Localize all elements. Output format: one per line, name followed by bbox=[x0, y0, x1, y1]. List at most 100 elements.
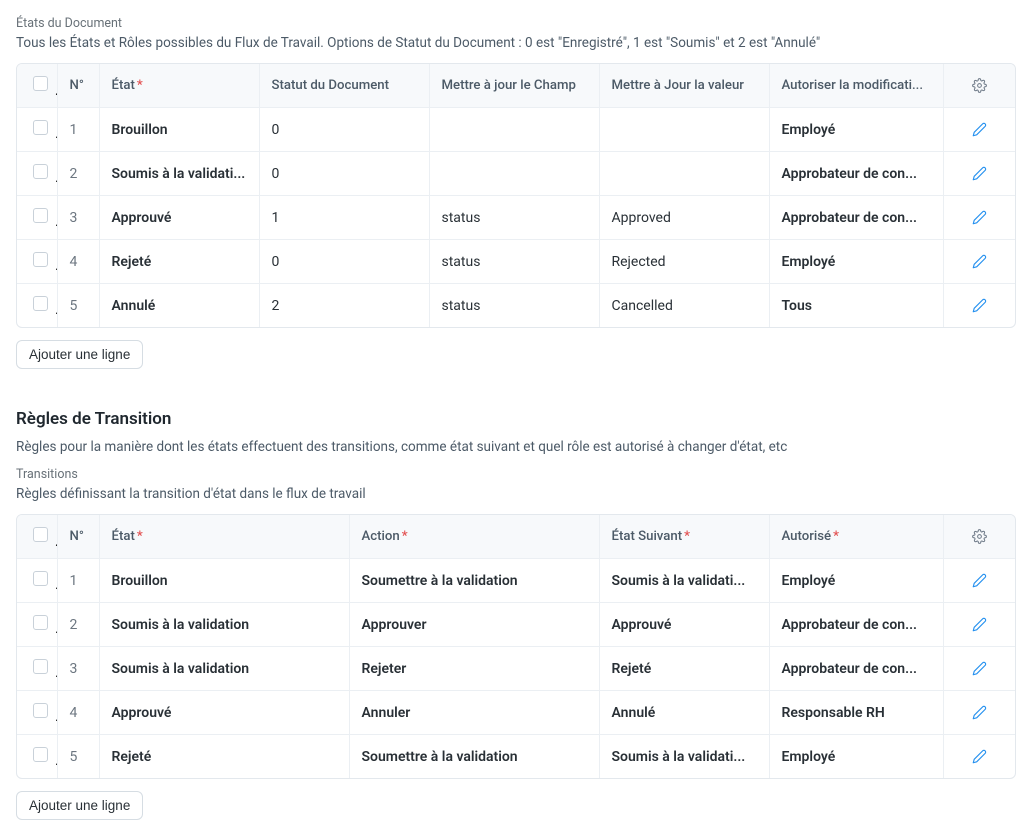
row-checkbox-cell[interactable] bbox=[17, 196, 57, 240]
cell-update-value[interactable]: Rejected bbox=[599, 240, 769, 284]
edit-row-cell[interactable] bbox=[943, 647, 1015, 691]
cell-allowed[interactable]: Approbateur de con... bbox=[769, 603, 943, 647]
edit-row-cell[interactable] bbox=[943, 559, 1015, 603]
cell-update-field[interactable] bbox=[429, 152, 599, 196]
cell-state[interactable]: Rejeté bbox=[99, 240, 259, 284]
table-row[interactable]: 1BrouillonSoumettre à la validationSoumi… bbox=[17, 559, 1015, 603]
cell-update-field[interactable]: status bbox=[429, 196, 599, 240]
cell-doc-status[interactable]: 2 bbox=[259, 284, 429, 328]
cell-allow-edit[interactable]: Approbateur de con... bbox=[769, 152, 943, 196]
cell-doc-status[interactable]: 0 bbox=[259, 108, 429, 152]
row-checkbox-cell[interactable] bbox=[17, 108, 57, 152]
gear-icon[interactable] bbox=[972, 78, 987, 93]
cell-allowed[interactable]: Approbateur de con... bbox=[769, 647, 943, 691]
edit-row-cell[interactable] bbox=[943, 152, 1015, 196]
cell-action[interactable]: Annuler bbox=[349, 691, 599, 735]
col-settings[interactable] bbox=[943, 64, 1015, 108]
cell-next-state[interactable]: Soumis à la validati... bbox=[599, 735, 769, 779]
table-row[interactable]: 1Brouillon0Employé bbox=[17, 108, 1015, 152]
edit-icon[interactable] bbox=[972, 749, 987, 765]
row-checkbox[interactable] bbox=[33, 296, 48, 311]
row-checkbox[interactable] bbox=[33, 164, 48, 179]
row-checkbox-cell[interactable] bbox=[17, 647, 57, 691]
cell-allowed[interactable]: Responsable RH bbox=[769, 691, 943, 735]
row-checkbox-cell[interactable] bbox=[17, 691, 57, 735]
gear-icon[interactable] bbox=[972, 529, 987, 544]
row-checkbox-cell[interactable] bbox=[17, 152, 57, 196]
edit-icon[interactable] bbox=[972, 661, 987, 677]
table-row[interactable]: 2Soumis à la validati...0Approbateur de … bbox=[17, 152, 1015, 196]
row-checkbox[interactable] bbox=[33, 615, 48, 630]
row-checkbox[interactable] bbox=[33, 571, 48, 586]
edit-row-cell[interactable] bbox=[943, 284, 1015, 328]
cell-state[interactable]: Soumis à la validation bbox=[99, 647, 349, 691]
cell-update-value[interactable] bbox=[599, 108, 769, 152]
cell-state[interactable]: Rejeté bbox=[99, 735, 349, 779]
cell-update-field[interactable]: status bbox=[429, 240, 599, 284]
col-settings[interactable] bbox=[943, 515, 1015, 559]
row-checkbox[interactable] bbox=[33, 659, 48, 674]
table-row[interactable]: 5Annulé2statusCancelledTous bbox=[17, 284, 1015, 328]
row-checkbox[interactable] bbox=[33, 747, 48, 762]
cell-action[interactable]: Approuver bbox=[349, 603, 599, 647]
cell-next-state[interactable]: Rejeté bbox=[599, 647, 769, 691]
cell-update-field[interactable] bbox=[429, 108, 599, 152]
cell-allowed[interactable]: Employé bbox=[769, 559, 943, 603]
cell-allowed[interactable]: Employé bbox=[769, 735, 943, 779]
table-row[interactable]: 4ApprouvéAnnulerAnnuléResponsable RH bbox=[17, 691, 1015, 735]
row-checkbox-cell[interactable] bbox=[17, 735, 57, 779]
cell-doc-status[interactable]: 0 bbox=[259, 240, 429, 284]
cell-action[interactable]: Soumettre à la validation bbox=[349, 735, 599, 779]
table-row[interactable]: 4Rejeté0statusRejectedEmployé bbox=[17, 240, 1015, 284]
cell-update-value[interactable] bbox=[599, 152, 769, 196]
add-row-button-states[interactable]: Ajouter une ligne bbox=[16, 340, 143, 369]
edit-row-cell[interactable] bbox=[943, 240, 1015, 284]
cell-allow-edit[interactable]: Tous bbox=[769, 284, 943, 328]
cell-next-state[interactable]: Annulé bbox=[599, 691, 769, 735]
edit-icon[interactable] bbox=[972, 254, 987, 270]
cell-update-value[interactable]: Cancelled bbox=[599, 284, 769, 328]
cell-state[interactable]: Brouillon bbox=[99, 108, 259, 152]
edit-row-cell[interactable] bbox=[943, 603, 1015, 647]
row-checkbox[interactable] bbox=[33, 208, 48, 223]
cell-update-value[interactable]: Approved bbox=[599, 196, 769, 240]
row-checkbox-cell[interactable] bbox=[17, 559, 57, 603]
edit-icon[interactable] bbox=[972, 573, 987, 589]
select-all-checkbox[interactable] bbox=[33, 76, 48, 91]
select-all-checkbox[interactable] bbox=[33, 527, 48, 542]
cell-action[interactable]: Soumettre à la validation bbox=[349, 559, 599, 603]
row-checkbox[interactable] bbox=[33, 252, 48, 267]
edit-row-cell[interactable] bbox=[943, 735, 1015, 779]
row-checkbox-cell[interactable] bbox=[17, 284, 57, 328]
cell-doc-status[interactable]: 1 bbox=[259, 196, 429, 240]
edit-icon[interactable] bbox=[972, 166, 987, 182]
row-checkbox-cell[interactable] bbox=[17, 240, 57, 284]
row-checkbox[interactable] bbox=[33, 703, 48, 718]
table-row[interactable]: 3Approuvé1statusApprovedApprobateur de c… bbox=[17, 196, 1015, 240]
add-row-button-transitions[interactable]: Ajouter une ligne bbox=[16, 791, 143, 820]
table-row[interactable]: 3Soumis à la validationRejeterRejetéAppr… bbox=[17, 647, 1015, 691]
cell-state[interactable]: Soumis à la validation bbox=[99, 603, 349, 647]
cell-allow-edit[interactable]: Employé bbox=[769, 240, 943, 284]
edit-row-cell[interactable] bbox=[943, 196, 1015, 240]
table-row[interactable]: 2Soumis à la validationApprouverApprouvé… bbox=[17, 603, 1015, 647]
cell-allow-edit[interactable]: Approbateur de con... bbox=[769, 196, 943, 240]
cell-state[interactable]: Annulé bbox=[99, 284, 259, 328]
cell-next-state[interactable]: Approuvé bbox=[599, 603, 769, 647]
table-row[interactable]: 5RejetéSoumettre à la validationSoumis à… bbox=[17, 735, 1015, 779]
cell-state[interactable]: Soumis à la validati... bbox=[99, 152, 259, 196]
cell-update-field[interactable]: status bbox=[429, 284, 599, 328]
edit-icon[interactable] bbox=[972, 210, 987, 226]
cell-next-state[interactable]: Soumis à la validati... bbox=[599, 559, 769, 603]
edit-icon[interactable] bbox=[972, 122, 987, 138]
edit-icon[interactable] bbox=[972, 705, 987, 721]
checkbox-header[interactable] bbox=[17, 515, 57, 559]
cell-action[interactable]: Rejeter bbox=[349, 647, 599, 691]
edit-row-cell[interactable] bbox=[943, 691, 1015, 735]
edit-icon[interactable] bbox=[972, 617, 987, 633]
edit-row-cell[interactable] bbox=[943, 108, 1015, 152]
cell-state[interactable]: Brouillon bbox=[99, 559, 349, 603]
cell-allow-edit[interactable]: Employé bbox=[769, 108, 943, 152]
row-checkbox-cell[interactable] bbox=[17, 603, 57, 647]
checkbox-header[interactable] bbox=[17, 64, 57, 108]
